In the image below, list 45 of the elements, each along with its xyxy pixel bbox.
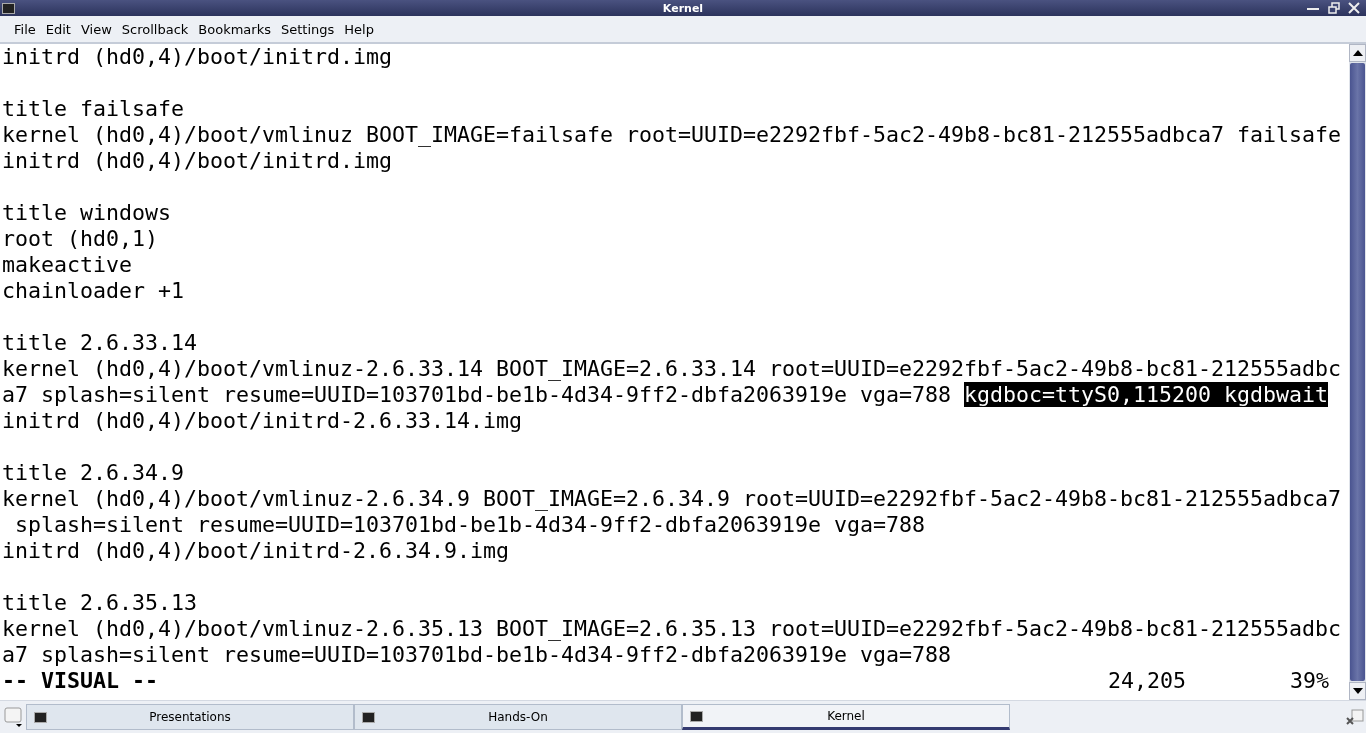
terminal-icon [362, 711, 375, 723]
terminal-line: root (hd0,1) [2, 226, 159, 252]
terminal-icon [2, 2, 15, 14]
terminal-line: chainloader +1 [2, 278, 185, 304]
menu-item[interactable]: Settings [276, 21, 340, 37]
terminal-line: initrd (hd0,4)/boot/initrd-2.6.33.14.img [2, 408, 524, 434]
terminal-line: title 2.6.35.13 [2, 590, 198, 616]
taskbar-button[interactable]: Presentations [26, 704, 354, 730]
terminal-line: makeactive [2, 252, 133, 278]
windows-icon[interactable] [1346, 709, 1364, 725]
terminal-line: splash=silent resume=UUID=103701bd-be1b-4d34-9ff2-dbfa2063919e vga=788 [14, 512, 927, 538]
terminal-text: a7 splash=silent resume=UUID=103701bd-be1b-4d34-9ff2-dbfa2063919e vga=788 [2, 382, 953, 407]
terminal-line: title windows [2, 200, 172, 226]
terminal-line: initrd (hd0,4)/boot/initrd-2.6.34.9.img [2, 538, 511, 564]
menu-item[interactable]: Help [339, 21, 379, 37]
mode-indicator: -- VISUAL -- [2, 668, 158, 694]
terminal-line: kernel (hd0,4)/boot/vmlinuz-2.6.35.13 BOOT_IMAGE=2.6.35.13 root=UUID=e2292fbf-5ac2-49b8-bc81-212555adbc [2, 616, 1343, 642]
terminal-line: title 2.6.34.9 [2, 460, 185, 486]
menu-item[interactable]: File [9, 21, 41, 37]
restore-icon[interactable] [1328, 2, 1340, 14]
terminal-line: initrd (hd0,4)/boot/initrd.img [2, 44, 394, 70]
terminal-line: title failsafe [2, 96, 185, 122]
terminal-line: kernel (hd0,4)/boot/vmlinuz-2.6.33.14 BOOT_IMAGE=2.6.33.14 root=UUID=e2292fbf-5ac2-49b8-bc81-212555adbc [2, 356, 1343, 382]
menu-item[interactable]: Edit [40, 21, 76, 37]
cursor-position: 24,205 [1107, 668, 1186, 694]
selected-text: kgdboc=ttyS0,115200 kgdbwait [964, 382, 1329, 407]
scroll-percent: 39% [1290, 668, 1329, 694]
menu-item[interactable]: Scrollback [116, 21, 194, 37]
terminal-icon [34, 711, 47, 723]
taskbar-button[interactable]: Kernel [682, 704, 1010, 730]
scroll-down-icon[interactable] [1349, 682, 1366, 700]
terminal-line: title 2.6.33.14 [2, 330, 198, 356]
window-title: Kernel [662, 1, 704, 15]
taskbar-button[interactable]: Hands-On [354, 704, 682, 730]
terminal-line: kernel (hd0,4)/boot/vmlinuz BOOT_IMAGE=failsafe root=UUID=e2292fbf-5ac2-49b8-bc81-212555adbca7 failsafe [2, 122, 1343, 148]
terminal-icon [690, 710, 703, 722]
close-icon[interactable] [1348, 2, 1360, 14]
terminal-line: initrd (hd0,4)/boot/initrd.img [2, 148, 394, 174]
terminal-line: a7 splash=silent resume=UUID=103701bd-be1b-4d34-9ff2-dbfa2063919e vga=788 [2, 642, 953, 668]
terminal-line: kernel (hd0,4)/boot/vmlinuz-2.6.34.9 BOOT_IMAGE=2.6.34.9 root=UUID=e2292fbf-5ac2-49b8-bc81-212555adbca7 [2, 486, 1343, 512]
menu-item[interactable]: Bookmarks [193, 21, 276, 37]
menu-item[interactable]: View [75, 21, 117, 37]
scrollbar[interactable] [1349, 44, 1366, 700]
window-list-icon[interactable] [4, 706, 24, 728]
scroll-up-icon[interactable] [1349, 44, 1366, 62]
